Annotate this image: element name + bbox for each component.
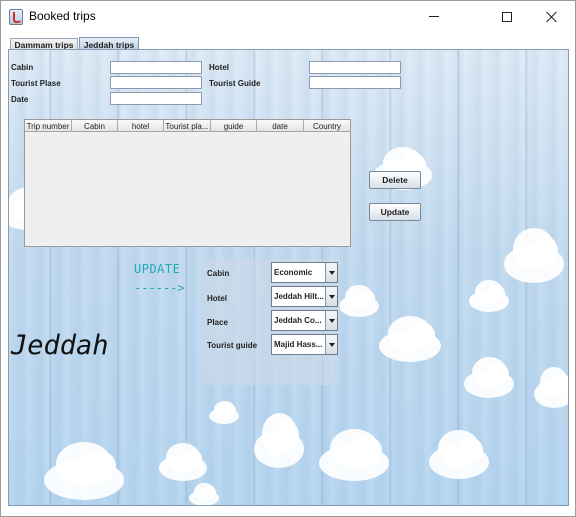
close-icon: [546, 11, 558, 23]
cloud-decoration: [254, 412, 304, 468]
chevron-down-icon: [328, 270, 335, 275]
cabin-field[interactable]: [110, 61, 202, 74]
column-header-cabin[interactable]: Cabin: [72, 120, 118, 132]
tourist-place-label: Tourist Plase: [11, 79, 61, 88]
cloud-decoration: [429, 429, 489, 479]
update-cabin-label: Cabin: [207, 269, 230, 278]
java-app-icon: [9, 9, 23, 25]
update-arrow: ------>: [134, 281, 185, 295]
column-header-country[interactable]: Country: [304, 120, 350, 132]
cloud-decoration: [504, 227, 564, 283]
date-label: Date: [11, 95, 29, 104]
column-header-hotel[interactable]: hotel: [118, 120, 164, 132]
guide-select[interactable]: Majid Hass...: [271, 334, 338, 355]
cloud-decoration: [339, 285, 379, 317]
column-header-guide[interactable]: guide: [211, 120, 257, 132]
hotel-label: Hotel: [209, 63, 229, 72]
cloud-decoration: [534, 367, 568, 408]
minimize-icon: [429, 16, 439, 17]
column-header-date[interactable]: date: [257, 120, 304, 132]
cloud-decoration: [379, 315, 441, 362]
cabin-select[interactable]: Economic: [271, 262, 338, 283]
title-bar[interactable]: Booked trips: [1, 1, 575, 32]
guide-select-value: Majid Hass...: [274, 340, 323, 349]
date-field[interactable]: [110, 92, 202, 105]
update-place-label: Place: [207, 318, 228, 327]
cloud-decoration: [159, 443, 207, 481]
update-button[interactable]: Update: [369, 203, 421, 221]
delete-button[interactable]: Delete: [369, 171, 421, 189]
tourist-place-field[interactable]: [110, 76, 202, 89]
cloud-decoration: [189, 482, 219, 505]
maximize-button[interactable]: [484, 1, 530, 32]
table-header: Trip number Cabin hotel Tourist pla... g…: [25, 120, 350, 132]
close-button[interactable]: [529, 1, 575, 32]
booked-trips-window: Booked trips Dammam trips Jeddah trips C…: [0, 0, 576, 517]
maximize-icon: [502, 11, 512, 22]
city-name: Jeddah: [11, 330, 109, 361]
column-header-tourist-place[interactable]: Tourist pla...: [164, 120, 211, 132]
hotel-select[interactable]: Jeddah Hilt...: [271, 286, 338, 307]
cloud-decoration: [464, 357, 514, 398]
cloud-decoration: [209, 400, 239, 424]
update-hotel-label: Hotel: [207, 294, 227, 303]
minimize-button[interactable]: [411, 1, 457, 32]
hotel-field[interactable]: [309, 61, 401, 74]
jeddah-trips-panel: Cabin Hotel Tourist Plase Tourist Guide …: [8, 49, 569, 506]
cloud-decoration: [469, 280, 509, 312]
cabin-label: Cabin: [11, 63, 34, 72]
trips-table[interactable]: Trip number Cabin hotel Tourist pla... g…: [24, 119, 351, 247]
hotel-select-arrow[interactable]: [325, 287, 337, 306]
place-select-value: Jeddah Co...: [274, 316, 322, 325]
place-select[interactable]: Jeddah Co...: [271, 310, 338, 331]
update-heading: UPDATE: [134, 262, 181, 276]
cabin-select-arrow[interactable]: [325, 263, 337, 282]
tourist-guide-label: Tourist Guide: [209, 79, 261, 88]
hotel-select-value: Jeddah Hilt...: [274, 292, 324, 301]
guide-select-arrow[interactable]: [325, 335, 337, 354]
chevron-down-icon: [328, 342, 335, 347]
chevron-down-icon: [328, 294, 335, 299]
tab-strip: Dammam trips Jeddah trips: [1, 32, 575, 51]
column-header-trip-number[interactable]: Trip number: [25, 120, 72, 132]
chevron-down-icon: [328, 318, 335, 323]
update-guide-label: Tourist guide: [207, 341, 258, 350]
place-select-arrow[interactable]: [325, 311, 337, 330]
cabin-select-value: Economic: [274, 268, 313, 277]
window-title: Booked trips: [29, 9, 96, 23]
cloud-decoration: [44, 442, 124, 500]
cloud-decoration: [319, 428, 389, 481]
tourist-guide-field[interactable]: [309, 76, 401, 89]
